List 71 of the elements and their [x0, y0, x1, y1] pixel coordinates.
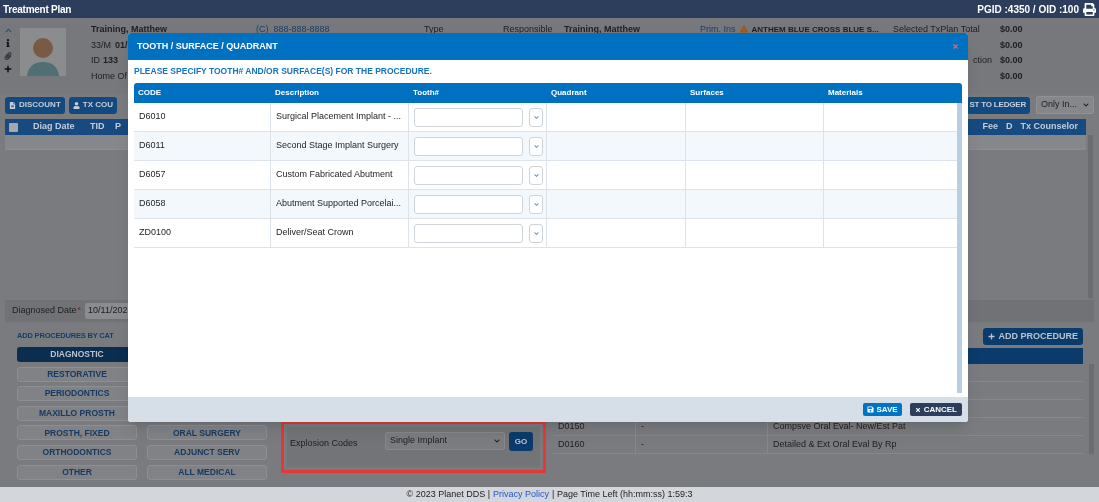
column-header: Fee [982, 120, 998, 134]
category-button[interactable]: ADJUNCT SERV [147, 444, 267, 460]
patient-name: Training, Matthew [91, 23, 167, 36]
column-header: CODE [138, 88, 162, 97]
toolbar-button[interactable]: TX COU [68, 96, 117, 114]
procedure-description: Surgical Placement Implant - ... [276, 110, 402, 124]
explosion-codes-select[interactable]: Single Implant [385, 432, 505, 450]
column-header: Quadrant [551, 88, 587, 97]
procedure-description: Custom Fabricated Abutment [276, 168, 393, 182]
cancel-button[interactable]: CANCEL [909, 403, 962, 416]
procedure-description: Second Stage Implant Surgery [276, 139, 399, 153]
column-header: Diag Date [33, 120, 76, 134]
procedure-code: D0160 [553, 436, 636, 453]
patient-id: 133 [103, 54, 119, 67]
procedure-code: D6010 [139, 110, 166, 124]
window-title: Treatment Plan [3, 2, 72, 17]
modal-title: TOOTH / SURFACE / QUADRANT [137, 39, 278, 53]
patient-office: Home Of [91, 69, 127, 83]
privacy-policy-link[interactable]: Privacy Policy [493, 487, 550, 502]
total-value: $0.00 [1000, 38, 1023, 52]
procedure-description: Compsve Oral Eval- New/Est Pat [772, 419, 906, 433]
responsible-label: Responsible [503, 24, 553, 34]
type-label: Type [424, 24, 444, 34]
filter-value: Only In... [1041, 98, 1077, 112]
total-label: ction [973, 54, 992, 67]
column-header: TID [90, 120, 106, 134]
procedure-code: D6011 [139, 139, 165, 153]
prim-ins-name: ANTHEM BLUE CROSS BLUE S... [751, 24, 879, 36]
required-marker: * [77, 304, 82, 318]
procedure-code: ZD0100 [139, 226, 172, 240]
total-value: $0.00 [1000, 54, 1023, 67]
toolbar-button[interactable]: DISCOUNT [5, 96, 65, 114]
category-button[interactable]: PROSTH, FIXED [17, 425, 137, 441]
patient-age-sex: 33/M [91, 38, 111, 52]
explosion-codes-value: Single Implant [390, 434, 448, 448]
total-value: $0.00 [1000, 69, 1023, 83]
procedure-description: Detailed & Ext Oral Eval By Rp [772, 437, 897, 451]
page-ids: PGID :4350 / OID :100 [977, 2, 1079, 17]
modal-instruction: PLEASE SPECIFY TOOTH# AND/OR SURFACE(S) FOR THE PROCEDURE. [134, 65, 432, 78]
total-label: Selected TxPlan Total [893, 23, 980, 36]
save-button[interactable]: SAVE [863, 403, 902, 416]
prim-ins-label: Prim. Ins [700, 23, 736, 36]
column-header: D [1006, 120, 1013, 134]
filter-select[interactable]: Only In... [1036, 96, 1094, 114]
procedure-code: D6057 [139, 168, 166, 182]
procedure-description: Abutment Supported Porcelai... [276, 197, 402, 211]
go-button[interactable]: GO [509, 432, 533, 451]
patient-id-label: ID [91, 54, 100, 67]
procedure-cell: - [636, 436, 768, 453]
category-button[interactable]: ORAL SURGERY [147, 425, 267, 441]
page-time-left: | Page Time Left (hh:mm:ss) 1:59:3 [552, 487, 693, 501]
post-to-ledger-button[interactable]: ST TO LEDGER [967, 96, 1030, 114]
add-procedure-button[interactable]: ADD PROCEDURE [983, 328, 1083, 345]
patient-dob: 01/ [115, 38, 128, 52]
diagnosed-date-label: Diagnosed Date [12, 304, 77, 318]
category-button[interactable]: ALL MEDICAL [147, 464, 267, 480]
procedure-code: D6058 [139, 197, 166, 211]
column-header: Tx Counselor [1020, 120, 1078, 134]
column-header: Tooth# [413, 88, 440, 97]
column-header: P [115, 120, 122, 134]
category-button[interactable]: ORTHODONTICS [17, 444, 137, 460]
column-header: Description [275, 88, 319, 97]
procedure-description: Deliver/Seat Crown [276, 226, 354, 240]
diagnosed-date-field[interactable]: 10/11/202 [85, 303, 131, 319]
responsible-name: Training, Matthew [564, 24, 640, 34]
total-value: $0.00 [1000, 23, 1023, 36]
column-header: Surfaces [690, 88, 724, 97]
column-header: Materials [828, 88, 863, 97]
category-button[interactable]: OTHER [17, 464, 137, 480]
explosion-codes-label: Explosion Codes [290, 437, 359, 450]
copyright-text: © 2023 Planet DDS | [406, 487, 491, 501]
